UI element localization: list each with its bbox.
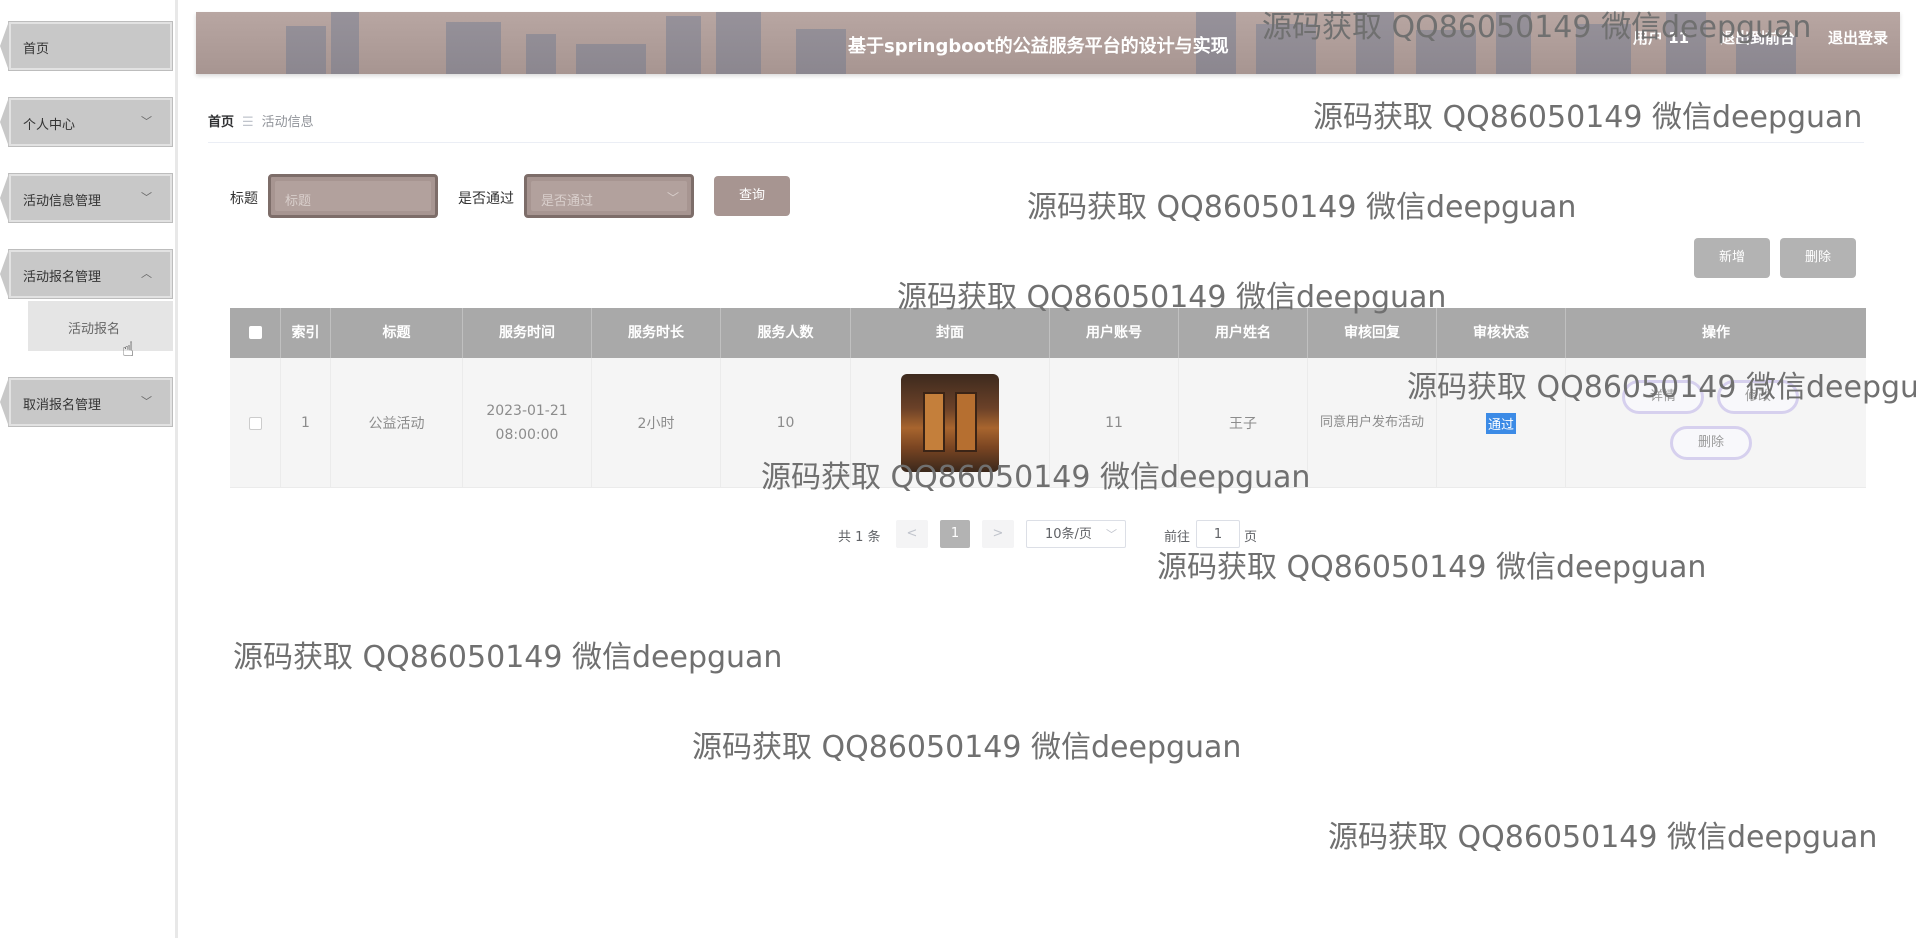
sidebar-item-label: 活动信息管理 (23, 194, 102, 209)
app-title: 基于springboot的公益服务平台的设计与实现 (848, 36, 1229, 57)
watermark-text: 源码获取 QQ86050149 微信deepguan (1313, 100, 1863, 135)
page-size-select[interactable]: 10条/页 ﹀ (1026, 520, 1126, 548)
breadcrumb-current: 活动信息 (261, 115, 314, 130)
pass-select[interactable]: 是否通过 ﹀ (524, 174, 694, 218)
column-header: 用户姓名 (1179, 308, 1308, 358)
sidebar-item-activity-info[interactable]: 活动信息管理 ﹀ (0, 173, 173, 223)
breadcrumb-separator: ☰ (242, 115, 254, 130)
logout-link[interactable]: 退出登录 (1828, 27, 1888, 48)
row-select-cell (230, 358, 281, 488)
sidebar: 首页 个人中心 ﹀ 活动信息管理 ﹀ 活动报名管理 ︿ 活动报名 ☝ 取消报名管… (0, 0, 178, 938)
watermark-text: 源码获取 QQ86050149 微信deepguan (1157, 550, 1707, 585)
chevron-down-icon: ﹀ (141, 191, 152, 204)
goto-page-input[interactable]: 1 (1196, 520, 1240, 548)
pass-select-placeholder: 是否通过 (541, 194, 594, 209)
title-search-input[interactable]: 标题 (268, 174, 438, 218)
duration-cell: 2小时 (592, 358, 721, 488)
column-header: 服务人数 (721, 308, 851, 358)
sidebar-item-cancel-signup[interactable]: 取消报名管理 ﹀ (0, 377, 173, 427)
sidebar-item-label: 活动报名管理 (23, 270, 102, 285)
header: 基于springboot的公益服务平台的设计与实现 用户 11 退出到前台 退出… (196, 12, 1900, 74)
watermark-text: 源码获取 QQ86050149 微信deepguan (1328, 820, 1878, 855)
watermark-text: 源码获取 QQ86050149 微信deepguan (233, 640, 783, 675)
index-cell: 1 (281, 358, 331, 488)
hand-cursor-icon: ☝ (122, 337, 135, 361)
table-header: 索引 标题 服务时间 服务时长 服务人数 封面 用户账号 用户姓名 审核回复 审… (230, 308, 1866, 358)
column-header: 审核回复 (1308, 308, 1437, 358)
name-cell: 王子 (1179, 358, 1308, 488)
breadcrumb: 首页 ☰ 活动信息 (208, 111, 314, 130)
sidebar-item-home[interactable]: 首页 (0, 21, 173, 71)
select-all-cell (230, 308, 281, 358)
next-page-button[interactable]: > (982, 520, 1014, 548)
delete-button[interactable]: 删除 (1780, 238, 1856, 278)
column-header: 用户账号 (1050, 308, 1179, 358)
account-cell: 11 (1050, 358, 1179, 488)
chevron-down-icon: ﹀ (141, 395, 152, 408)
title-search-placeholder: 标题 (285, 194, 312, 209)
sidebar-subitem-activity-signup[interactable]: 活动报名 (28, 301, 173, 351)
row-delete-button[interactable]: 删除 (1670, 426, 1752, 460)
column-header: 服务时长 (592, 308, 721, 358)
operations-cell (1566, 358, 1866, 488)
sidebar-item-label: 取消报名管理 (23, 398, 102, 413)
cover-cell (851, 358, 1050, 488)
column-header: 操作 (1702, 325, 1730, 341)
page-number[interactable]: 1 (940, 520, 970, 548)
title-cell: 公益活动 (331, 358, 463, 488)
column-header: 服务时间 (463, 308, 592, 358)
query-button[interactable]: 查询 (714, 176, 790, 216)
cover-image (901, 374, 999, 472)
prev-page-button[interactable]: < (896, 520, 928, 548)
column-header: 索引 (281, 308, 331, 358)
edit-button[interactable]: 修改 (1717, 380, 1799, 414)
chevron-up-icon: ︿ (141, 267, 152, 280)
total-count: 共 1 条 (838, 530, 881, 545)
sidebar-subitem-label: 活动报名 (68, 322, 121, 337)
people-cell: 10 (721, 358, 851, 488)
select-all-checkbox[interactable] (248, 326, 262, 339)
page-size-value: 10条/页 (1045, 527, 1092, 542)
add-button[interactable]: 新增 (1694, 238, 1770, 278)
watermark-text: 源码获取 QQ86050149 微信deepguan (692, 730, 1242, 765)
goto-label: 前往 (1164, 530, 1191, 545)
status-badge: 通过 (1485, 412, 1516, 434)
page-unit-label: 页 (1244, 530, 1258, 545)
sidebar-item-label: 首页 (23, 42, 50, 57)
detail-button[interactable]: 详情 (1622, 380, 1704, 414)
current-user: 用户 11 (1633, 29, 1690, 47)
exit-to-front-link[interactable]: 退出到前台 (1720, 27, 1795, 48)
sidebar-item-activity-signup[interactable]: 活动报名管理 ︿ (0, 249, 173, 299)
status-cell: 通过 (1437, 358, 1566, 488)
table-row: 1 公益活动 2023-01-21 08:00:00 2小时 10 11 王子 … (230, 358, 1866, 488)
column-header: 封面 (851, 308, 1050, 358)
chevron-down-icon: ﹀ (141, 115, 152, 128)
divider (208, 142, 1864, 143)
service-time-cell: 2023-01-21 08:00:00 (463, 358, 592, 488)
column-header: 审核状态 (1437, 308, 1566, 358)
chevron-down-icon: ﹀ (1106, 528, 1117, 541)
review-reply-cell: 同意用户发布活动 (1308, 358, 1437, 488)
breadcrumb-home[interactable]: 首页 (208, 115, 234, 130)
pass-filter-label: 是否通过 (458, 191, 514, 207)
chevron-down-icon: ﹀ (666, 191, 679, 205)
title-filter-label: 标题 (230, 191, 258, 207)
sidebar-item-label: 个人中心 (23, 118, 76, 133)
watermark-text: 源码获取 QQ86050149 微信deepguan (1027, 190, 1577, 225)
column-header: 标题 (331, 308, 463, 358)
sidebar-item-personal-center[interactable]: 个人中心 ﹀ (0, 97, 173, 147)
row-checkbox[interactable] (248, 416, 262, 430)
